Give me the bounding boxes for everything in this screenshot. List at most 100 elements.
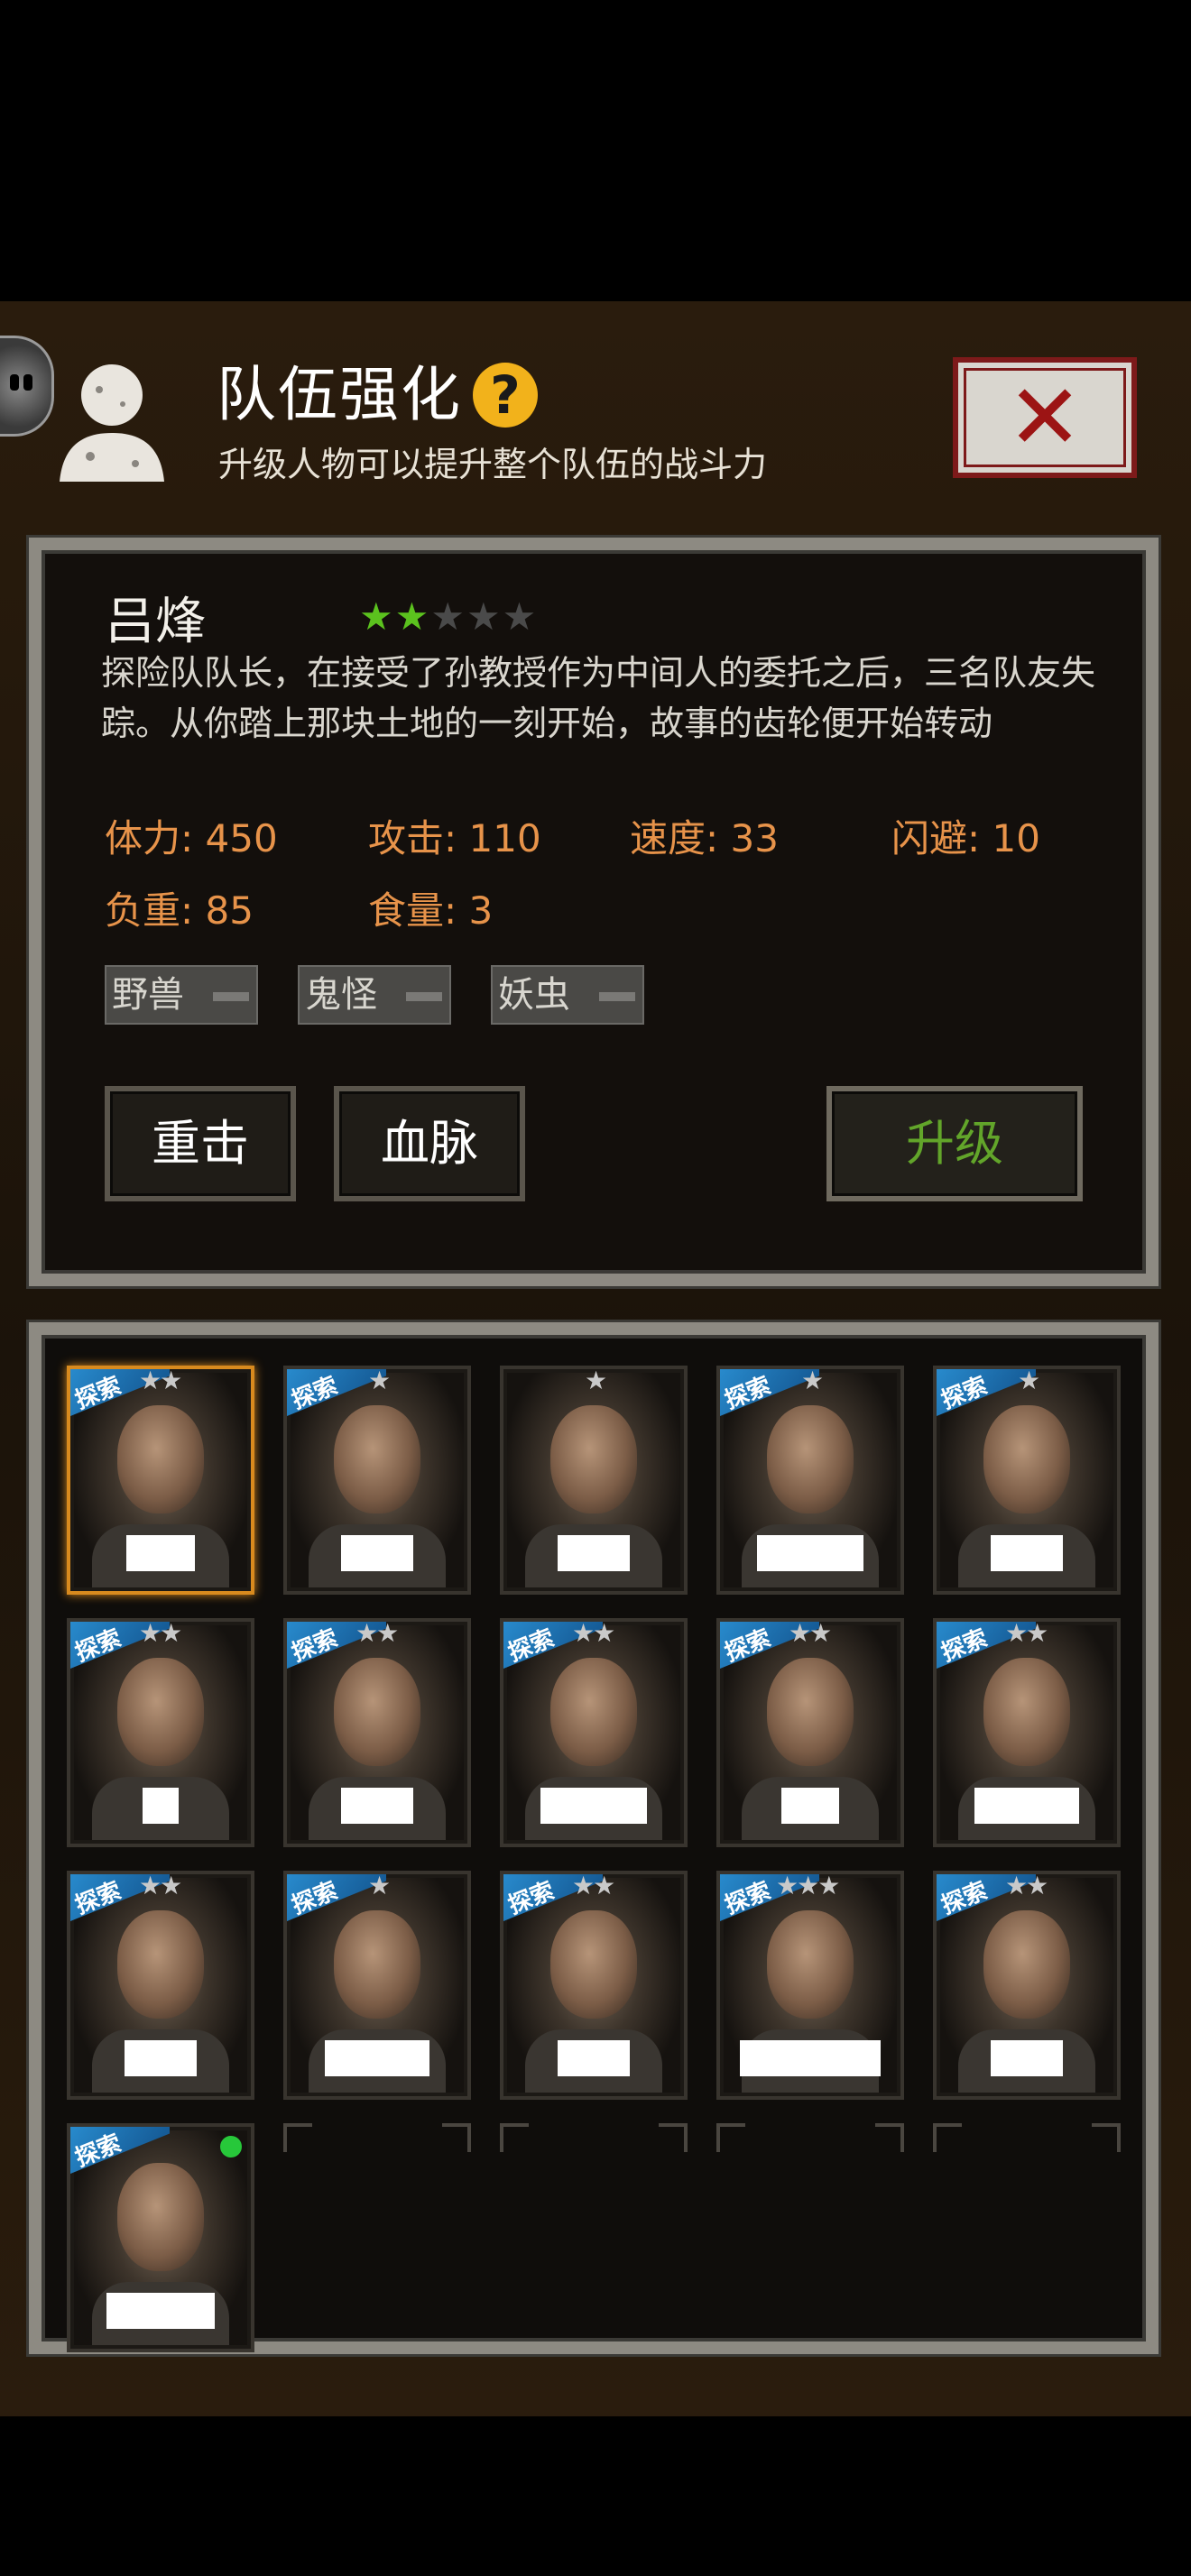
card-name-label	[325, 2040, 429, 2076]
character-card[interactable]: 探索 ★★★	[716, 1871, 904, 2100]
card-name-label	[781, 1788, 839, 1824]
card-name-label	[757, 1535, 863, 1571]
card-name-label	[341, 1535, 413, 1571]
portrait-head	[334, 1657, 420, 1766]
stat-dodge: 闪避: 10	[891, 816, 1040, 860]
empty-character-slot	[500, 2123, 688, 2352]
character-card[interactable]: 探索 ★★	[67, 1618, 254, 1847]
portrait-head	[767, 1657, 854, 1766]
portrait-head	[550, 1657, 637, 1766]
empty-character-slot	[716, 2123, 904, 2352]
stat-stamina: 体力: 450	[105, 816, 278, 860]
tag-label: 野兽	[112, 974, 184, 1016]
card-star-rating: ★★	[572, 1618, 615, 1648]
card-star-rating: ★	[368, 1366, 391, 1395]
character-card[interactable]: 探索 ★★	[283, 1618, 471, 1847]
card-name-label	[143, 1788, 179, 1824]
portrait-head	[983, 1909, 1070, 2019]
stat-food: 食量: 3	[368, 888, 494, 933]
upgrade-button[interactable]: 升级	[826, 1086, 1083, 1201]
stat-speed: 速度: 33	[630, 816, 779, 860]
portrait-head	[767, 1909, 854, 2019]
card-name-label	[558, 1535, 630, 1571]
card-star-rating: ★★	[572, 1871, 615, 1900]
card-star-rating: ★★	[139, 1618, 182, 1648]
card-star-rating: ★★	[1005, 1871, 1048, 1900]
star-filled-icon: ★	[394, 594, 429, 639]
card-star-rating: ★★	[139, 1871, 182, 1900]
character-card[interactable]: 探索	[67, 2123, 254, 2352]
page-subtitle: 升级人物可以提升整个队伍的战斗力	[218, 445, 768, 484]
tag-bar	[599, 992, 635, 1001]
character-card[interactable]: 探索 ★★	[500, 1618, 688, 1847]
portrait-head	[334, 1909, 420, 2019]
card-star-rating: ★★	[1005, 1618, 1048, 1648]
stat-attack: 攻击: 110	[368, 816, 541, 860]
portrait-head	[117, 2162, 204, 2271]
card-star-rating: ★★	[789, 1618, 832, 1648]
portrait-head	[334, 1404, 420, 1513]
card-name-label	[974, 1788, 1079, 1824]
portrait-head	[550, 1909, 637, 2019]
card-star-rating: ★	[585, 1366, 607, 1395]
tag-bar	[406, 992, 442, 1001]
card-star-rating: ★★★	[776, 1871, 840, 1900]
star-empty-icon: ★	[430, 594, 465, 639]
character-description: 探险队队长，在接受了孙教授作为中间人的委托之后，三名队友失踪。从你踏上那块土地的…	[101, 653, 1096, 743]
card-name-label	[740, 2040, 881, 2076]
skill-bloodline-button[interactable]: 血脉	[334, 1086, 525, 1201]
tag-bar	[213, 992, 249, 1001]
star-empty-icon: ★	[466, 594, 501, 639]
card-name-label	[106, 2293, 215, 2329]
star-empty-icon: ★	[502, 594, 537, 639]
page-title: 队伍强化	[217, 360, 462, 429]
help-icon[interactable]: ?	[473, 363, 538, 428]
pause-icon	[10, 374, 37, 396]
character-card[interactable]: 探索 ★	[716, 1366, 904, 1595]
card-name-label	[341, 1788, 413, 1824]
card-name-label	[540, 1788, 647, 1824]
character-name: 吕烽	[105, 593, 206, 651]
card-name-label	[558, 2040, 630, 2076]
card-star-rating: ★	[368, 1871, 391, 1900]
character-card[interactable]: 探索 ★	[283, 1366, 471, 1595]
character-star-rating: ★★★★★	[359, 597, 538, 637]
card-star-rating: ★★	[139, 1366, 182, 1395]
empty-character-slot	[283, 2123, 471, 2352]
tag-insect: 妖虫	[491, 965, 644, 1025]
portrait-head	[117, 1657, 204, 1766]
tag-label: 妖虫	[498, 974, 570, 1016]
card-name-label	[991, 2040, 1063, 2076]
portrait-head	[983, 1404, 1070, 1513]
tag-ghost: 鬼怪	[298, 965, 451, 1025]
card-star-rating: ★	[801, 1366, 824, 1395]
portrait-head	[550, 1404, 637, 1513]
character-card[interactable]: ★	[500, 1366, 688, 1595]
character-card[interactable]: 探索 ★★	[67, 1871, 254, 2100]
stat-capacity: 负重: 85	[105, 888, 254, 933]
portrait-head	[117, 1909, 204, 2019]
tag-label: 鬼怪	[305, 974, 377, 1016]
card-name-label	[991, 1535, 1063, 1571]
portrait-head	[767, 1404, 854, 1513]
character-card[interactable]: 探索 ★	[933, 1366, 1121, 1595]
person-silhouette-icon	[60, 364, 164, 482]
character-card[interactable]: 探索 ★	[283, 1871, 471, 2100]
skill-heavy-strike-button[interactable]: 重击	[105, 1086, 296, 1201]
card-star-rating: ★★	[355, 1618, 399, 1648]
character-card[interactable]: 探索 ★★	[716, 1618, 904, 1847]
close-icon: ✕	[1007, 364, 1083, 470]
card-star-rating: ★	[1018, 1366, 1040, 1395]
character-card[interactable]: 探索 ★★	[500, 1871, 688, 2100]
online-status-indicator	[220, 2136, 242, 2157]
star-filled-icon: ★	[359, 594, 393, 639]
portrait-head	[117, 1404, 204, 1513]
portrait-head	[983, 1657, 1070, 1766]
character-card[interactable]: 探索 ★★	[67, 1366, 254, 1595]
card-name-label	[126, 1535, 195, 1571]
tag-beast: 野兽	[105, 965, 258, 1025]
character-card[interactable]: 探索 ★★	[933, 1871, 1121, 2100]
close-button[interactable]: ✕	[953, 357, 1137, 478]
card-name-label	[125, 2040, 197, 2076]
character-card[interactable]: 探索 ★★	[933, 1618, 1121, 1847]
